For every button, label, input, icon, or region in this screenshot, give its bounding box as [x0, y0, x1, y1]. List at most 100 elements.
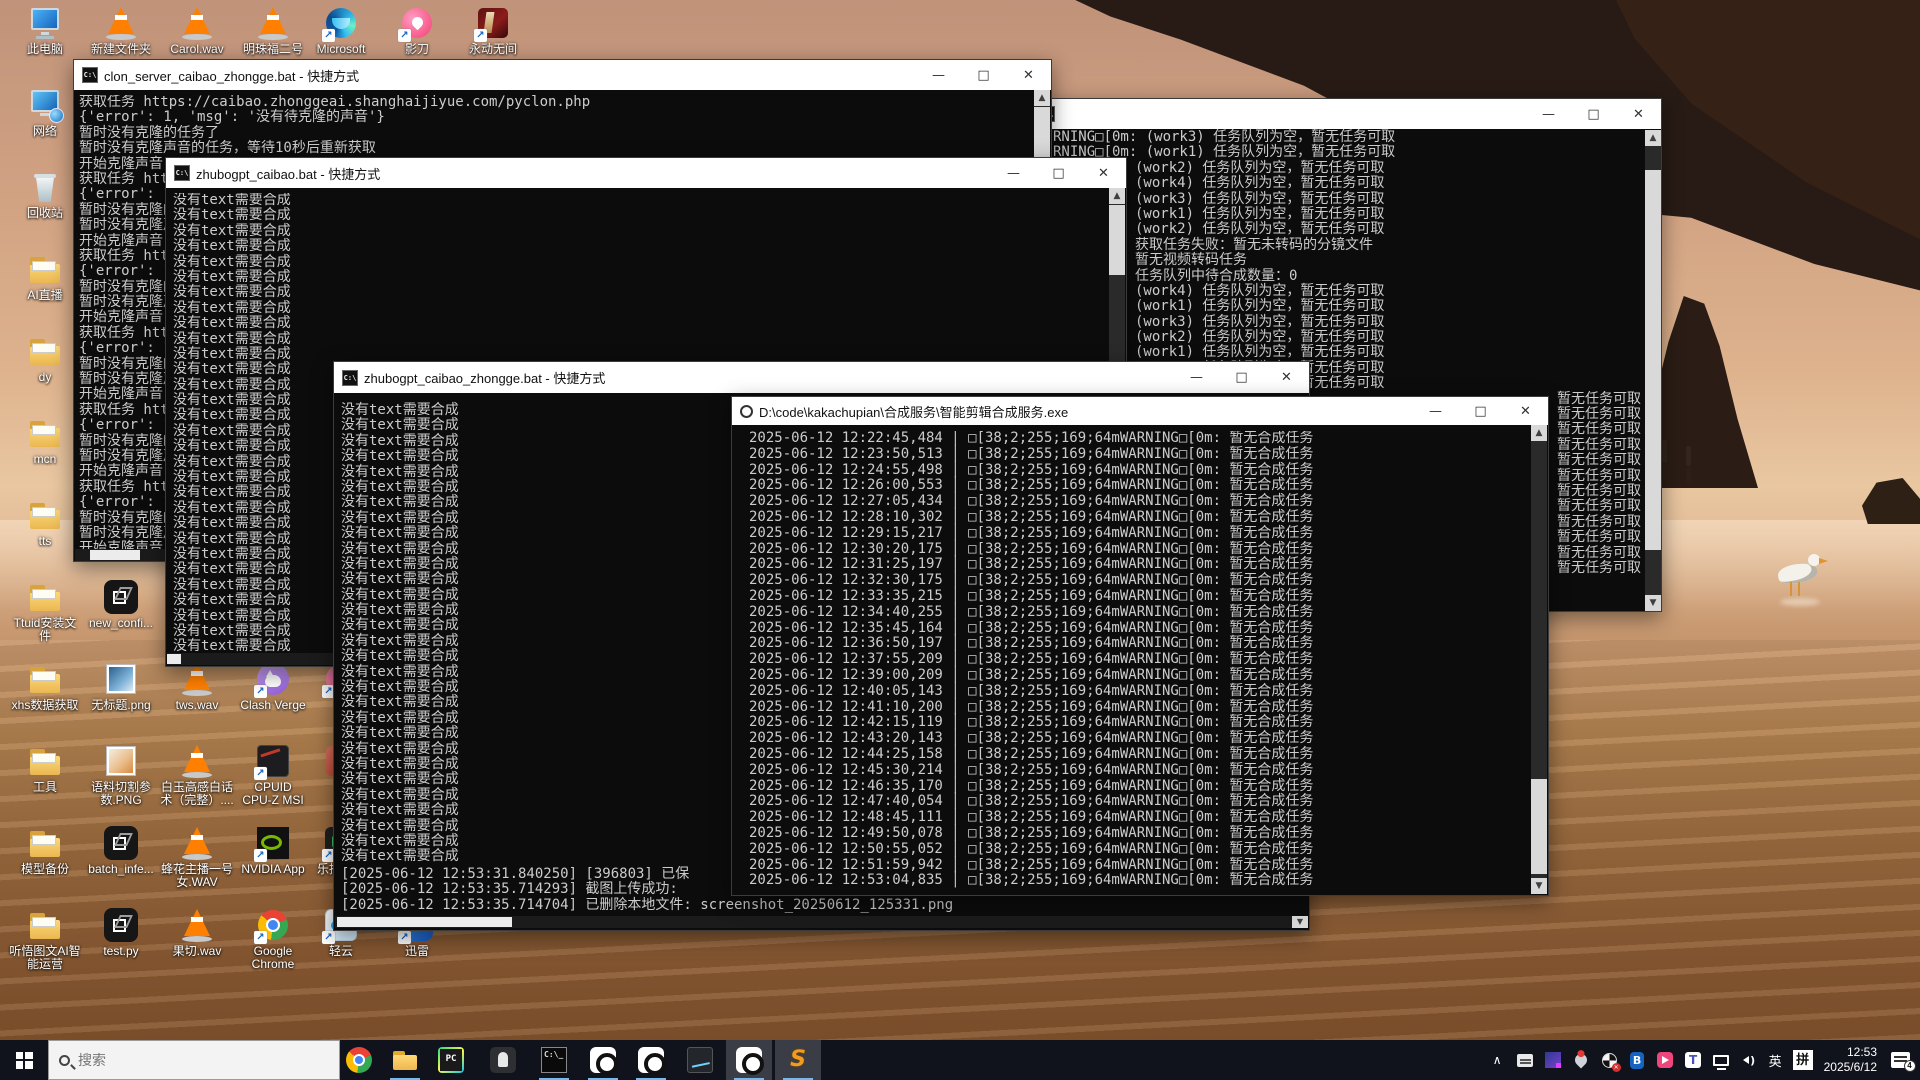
notifications-icon[interactable]: 4	[1888, 1052, 1912, 1069]
scroll-up-arrow[interactable]: ▲	[1034, 90, 1050, 106]
desktop-icon-语料切割参-数.png[interactable]: 语料切割参 数.PNG	[77, 744, 165, 807]
search-input[interactable]	[78, 1052, 298, 1068]
titlebar[interactable]: C:\ zhubogpt_caibao.bat - 快捷方式 — □ ✕	[166, 158, 1126, 188]
desktop-icon-tws.wav[interactable]: tws.wav	[153, 662, 241, 712]
desktop-icon-无标题.png[interactable]: 无标题.png	[77, 662, 165, 712]
scroll-thumb[interactable]	[337, 917, 512, 927]
vertical-scrollbar[interactable]: ▲ ▼	[1531, 425, 1547, 894]
scroll-thumb[interactable]	[1109, 205, 1125, 275]
pin-app-icon[interactable]	[1573, 1052, 1590, 1069]
terminal-line: 2025-06-12 12:51:59,942 │ □[38;2;255;169…	[749, 858, 1530, 874]
titlebar[interactable]: C:\ clon_server_caibao_zhongge.bat - 快捷方…	[74, 60, 1051, 90]
o-app-1-icon	[590, 1047, 616, 1073]
minimize-button[interactable]: —	[1413, 397, 1458, 425]
scroll-up-arrow[interactable]: ▲	[1645, 130, 1661, 146]
maximize-button[interactable]: □	[1571, 99, 1616, 129]
taskbar-app-chrome[interactable]	[336, 1040, 382, 1080]
desktop-icon-模型备份[interactable]: 模型备份	[1, 826, 89, 876]
file-explorer-icon	[392, 1047, 418, 1073]
close-button[interactable]: ✕	[1503, 397, 1548, 425]
vlc-icon	[180, 826, 214, 860]
terminal-line: 2025-06-12 12:26:00,553 │ □[38;2;255;169…	[749, 478, 1530, 494]
scroll-up-arrow[interactable]: ▲	[1109, 188, 1125, 204]
terminal-line: 暂无任务可取	[1557, 499, 1920, 514]
network-icon[interactable]	[1713, 1052, 1730, 1069]
desktop-icon-batch_infe...[interactable]: batch_infe...	[77, 826, 165, 876]
minimize-button[interactable]: —	[1526, 99, 1571, 129]
close-button[interactable]: ✕	[1081, 158, 1126, 188]
start-button[interactable]	[0, 1040, 48, 1080]
teams-icon[interactable]: T	[1685, 1052, 1702, 1069]
taskbar-app-terminal[interactable]	[531, 1040, 577, 1080]
windows-logo-icon	[16, 1052, 33, 1069]
desktop-icon-蜂花主播一号-女.wav[interactable]: 蜂花主播一号 女.WAV	[153, 826, 241, 889]
ime-indicator[interactable]: 拼	[1793, 1050, 1813, 1070]
taskbar-app-performance-monitor[interactable]	[677, 1040, 723, 1080]
desktop-icon-new_confi...[interactable]: new_confi...	[77, 580, 165, 630]
hidden-icons-chevron[interactable]: ∧	[1489, 1052, 1506, 1069]
window-title: clon_server_caibao_zhongge.bat - 快捷方式	[104, 66, 359, 85]
terminal-line: 2025-06-12 12:23:50,513 │ □[38;2;255;169…	[749, 447, 1530, 463]
terminal-line: 没有text需要合成	[173, 301, 1108, 316]
yingdao-icon: ↗	[400, 6, 434, 40]
desktop-icon-影刀[interactable]: ↗影刀	[373, 6, 461, 56]
desktop-icon-label: mcn	[34, 453, 57, 466]
scroll-down-arrow[interactable]: ▼	[1292, 916, 1308, 928]
minimize-button[interactable]: —	[916, 60, 961, 90]
desktop-icon-听悟图文ai智-能运营[interactable]: 听悟图文AI智 能运营	[1, 908, 89, 971]
desktop-icon-白玉高感白话-术（完整）....[interactable]: 白玉高感白话 术（完整）....	[153, 744, 241, 807]
taskbar-app-o-app-1[interactable]	[580, 1040, 626, 1080]
scroll-thumb[interactable]	[1645, 170, 1661, 550]
terminal-line: 2025-06-12 12:28:10,302 │ □[38;2;255;169…	[749, 510, 1530, 526]
scroll-up-arrow[interactable]: ▲	[1531, 425, 1547, 441]
taskbar-app-pycharm[interactable]	[428, 1040, 474, 1080]
maximize-button[interactable]: □	[961, 60, 1006, 90]
desktop-icon-永动无间[interactable]: ↗永动无间	[449, 6, 537, 56]
close-button[interactable]: ✕	[1006, 60, 1051, 90]
volume-icon[interactable]	[1741, 1052, 1758, 1069]
desktop-icon-microsoft[interactable]: ↗Microsoft	[297, 6, 385, 56]
maximize-button[interactable]: □	[1219, 362, 1264, 393]
desktop-icon-果切.wav[interactable]: 果切.wav	[153, 908, 241, 958]
taskbar-app-o-app-3[interactable]	[726, 1040, 772, 1080]
maximize-button[interactable]: □	[1458, 397, 1503, 425]
minimize-button[interactable]: —	[991, 158, 1036, 188]
touch-keyboard-icon[interactable]	[1517, 1052, 1534, 1069]
titlebar[interactable]: C:\ zhubogpt_caibao_zhongge.bat - 快捷方式 —…	[334, 362, 1309, 393]
taskbar-app-s-app[interactable]	[775, 1040, 821, 1080]
close-button[interactable]: ✕	[1264, 362, 1309, 393]
scroll-down-arrow[interactable]: ▼	[1645, 595, 1661, 611]
desktop-icon-新建文件夹[interactable]: 新建文件夹	[77, 6, 165, 56]
titlebar[interactable]: C:\ — □ ✕	[1031, 99, 1661, 129]
folder-icon	[28, 334, 62, 368]
close-button[interactable]: ✕	[1616, 99, 1661, 129]
pink-app-icon[interactable]	[1657, 1052, 1674, 1069]
desktop-icon-工具[interactable]: 工具	[1, 744, 89, 794]
desktop-icon-xhs数据获取[interactable]: xhs数据获取	[1, 662, 89, 712]
desktop-icon-ttuid安装文-件[interactable]: Ttuid安装文 件	[1, 580, 89, 643]
desktop-icon-carol.wav[interactable]: Carol.wav	[153, 6, 241, 56]
security-app-icon[interactable]	[1601, 1052, 1618, 1069]
scroll-thumb[interactable]	[167, 654, 181, 664]
minimize-button[interactable]: —	[1174, 362, 1219, 393]
taskbar-app-o-app-2[interactable]	[628, 1040, 674, 1080]
language-indicator[interactable]: 英	[1769, 1051, 1782, 1070]
taskbar-app-file-explorer[interactable]	[382, 1040, 428, 1080]
blue-app-icon[interactable]	[1545, 1052, 1562, 1069]
clock[interactable]: 12:53 2025/6/12	[1824, 1045, 1877, 1075]
desktop-icon-test.py[interactable]: test.py	[77, 908, 165, 958]
scroll-down-arrow[interactable]: ▼	[1531, 878, 1547, 894]
maximize-button[interactable]: □	[1036, 158, 1081, 188]
desktop-icon-此电脑[interactable]: 此电脑	[1, 6, 89, 56]
pc-icon	[28, 6, 62, 40]
image-blue-icon	[104, 662, 138, 696]
bluetooth-icon[interactable]: B	[1629, 1052, 1646, 1069]
titlebar[interactable]: D:\code\kakachupian\合成服务\智能剪辑合成服务.exe — …	[732, 397, 1548, 425]
taskbar-app-dark-app[interactable]	[480, 1040, 526, 1080]
terminal-line: 暂无任务可取	[1557, 438, 1920, 453]
scroll-thumb[interactable]	[90, 550, 140, 560]
vertical-scrollbar[interactable]: ▲ ▼	[1645, 130, 1661, 611]
horizontal-scrollbar[interactable]: ▼	[335, 916, 1308, 928]
scroll-thumb[interactable]	[1531, 779, 1547, 874]
search-box[interactable]	[48, 1040, 340, 1080]
